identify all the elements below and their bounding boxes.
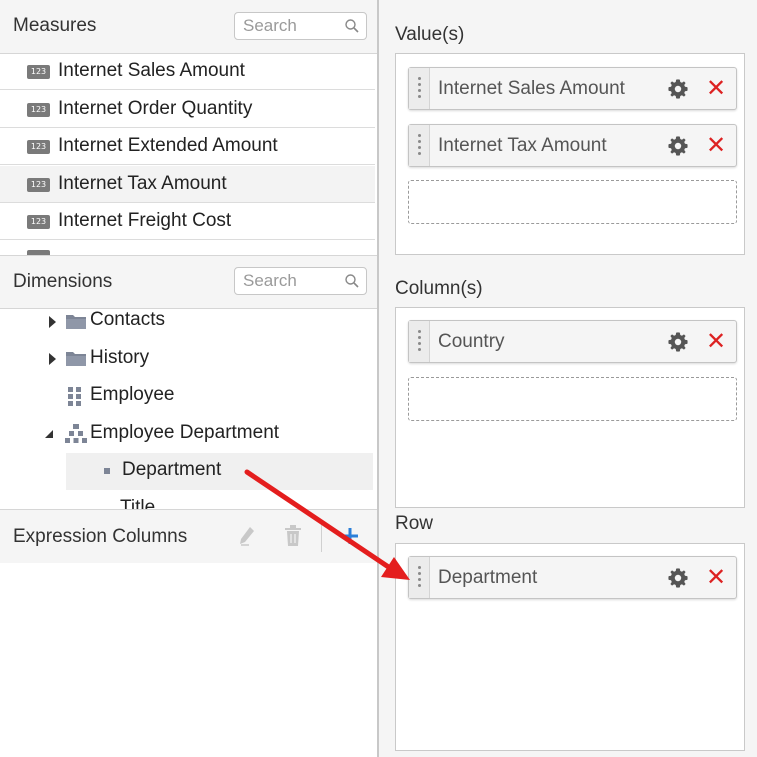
expression-columns-list bbox=[0, 563, 377, 757]
column-pill[interactable]: Country ✕ bbox=[408, 320, 737, 363]
values-label: Value(s) bbox=[395, 24, 465, 45]
remove-icon[interactable]: ✕ bbox=[706, 327, 726, 355]
tree-item-label: Department bbox=[122, 459, 222, 480]
remove-icon[interactable]: ✕ bbox=[706, 131, 726, 159]
measure-label: Internet Order Quantity bbox=[58, 98, 253, 119]
tree-item-label: Employee Department bbox=[90, 422, 280, 443]
tree-item-label: Employee bbox=[90, 384, 175, 405]
hierarchy-icon bbox=[65, 424, 87, 443]
expression-columns-header: Expression Columns bbox=[0, 509, 377, 564]
columns-label: Column(s) bbox=[395, 278, 483, 299]
numeric-icon: 123 bbox=[27, 140, 50, 154]
pill-label: Internet Tax Amount bbox=[438, 135, 607, 156]
tree-item-employee-department[interactable]: Employee Department bbox=[0, 416, 375, 453]
values-dropzone[interactable]: Internet Sales Amount ✕ Internet Tax Amo… bbox=[395, 53, 745, 255]
drag-handle-icon[interactable] bbox=[409, 125, 430, 166]
measure-label: Internet Extended Amount bbox=[58, 135, 278, 156]
tree-item-label: Contacts bbox=[90, 309, 165, 330]
measures-search-input[interactable] bbox=[235, 13, 343, 39]
columns-drop-placeholder[interactable] bbox=[408, 377, 737, 421]
tree-item-contacts[interactable]: Contacts bbox=[0, 303, 375, 340]
axis-panel: Value(s) Internet Sales Amount ✕ Interne… bbox=[379, 0, 757, 757]
measure-label: Internet Freight Cost bbox=[58, 210, 232, 231]
measures-header: Measures bbox=[0, 0, 377, 54]
folder-icon bbox=[66, 315, 86, 329]
pill-label: Department bbox=[438, 567, 538, 588]
expand-caret-icon[interactable] bbox=[49, 353, 56, 365]
gear-icon[interactable] bbox=[667, 331, 689, 353]
measure-item[interactable]: 123 Internet Tax Amount bbox=[0, 166, 375, 203]
tree-item-department[interactable]: Department bbox=[66, 453, 373, 490]
tree-item-employee[interactable]: Employee bbox=[0, 378, 375, 415]
field-list-panel: Measures 123 Internet Sales Amount 123 I… bbox=[0, 0, 377, 757]
gear-icon[interactable] bbox=[667, 78, 689, 100]
gear-icon[interactable] bbox=[667, 567, 689, 589]
numeric-icon: 123 bbox=[27, 215, 50, 229]
search-icon bbox=[345, 19, 359, 33]
collapse-caret-icon[interactable] bbox=[44, 429, 54, 439]
tree-item-clipped: Title bbox=[120, 497, 156, 509]
tree-item-label: History bbox=[90, 347, 150, 368]
row-pill[interactable]: Department ✕ bbox=[408, 556, 737, 599]
dimensions-title: Dimensions bbox=[13, 271, 113, 292]
row-label: Row bbox=[395, 513, 434, 534]
folder-icon bbox=[66, 352, 86, 366]
dimensions-search[interactable] bbox=[234, 267, 367, 295]
numeric-icon: 123 bbox=[27, 65, 50, 79]
row-dropzone[interactable]: Department ✕ bbox=[395, 543, 745, 751]
columns-dropzone[interactable]: Country ✕ bbox=[395, 307, 745, 508]
toolbar-divider bbox=[321, 522, 322, 552]
remove-icon[interactable]: ✕ bbox=[706, 74, 726, 102]
expression-columns-title: Expression Columns bbox=[13, 526, 188, 547]
numeric-icon: 123 bbox=[27, 178, 50, 192]
level-icon bbox=[104, 468, 110, 474]
pill-label: Country bbox=[438, 331, 505, 352]
numeric-icon: 123 bbox=[27, 103, 50, 117]
grid-icon bbox=[68, 387, 81, 406]
measure-item[interactable]: 123 Internet Freight Cost bbox=[0, 203, 375, 240]
measure-item[interactable]: 123 Internet Sales Amount bbox=[0, 53, 375, 90]
delete-icon[interactable] bbox=[284, 525, 302, 547]
measure-item[interactable]: 123 Internet Order Quantity bbox=[0, 91, 375, 128]
measures-search[interactable] bbox=[234, 12, 367, 40]
edit-icon[interactable] bbox=[238, 525, 256, 547]
tree-item-history[interactable]: History bbox=[0, 341, 375, 378]
value-pill[interactable]: Internet Sales Amount ✕ bbox=[408, 67, 737, 110]
value-pill[interactable]: Internet Tax Amount ✕ bbox=[408, 124, 737, 167]
drag-handle-icon[interactable] bbox=[409, 557, 430, 598]
values-drop-placeholder[interactable] bbox=[408, 180, 737, 224]
drag-handle-icon[interactable] bbox=[409, 321, 430, 362]
remove-icon[interactable]: ✕ bbox=[706, 563, 726, 591]
measure-label: Internet Sales Amount bbox=[58, 60, 245, 81]
drag-handle-icon[interactable] bbox=[409, 68, 430, 109]
dimensions-search-input[interactable] bbox=[235, 268, 343, 294]
pill-label: Internet Sales Amount bbox=[438, 78, 625, 99]
add-icon[interactable] bbox=[342, 527, 358, 545]
dimensions-header: Dimensions bbox=[0, 255, 377, 309]
measures-title: Measures bbox=[13, 15, 97, 36]
gear-icon[interactable] bbox=[667, 135, 689, 157]
measure-label: Internet Tax Amount bbox=[58, 173, 227, 194]
expand-caret-icon[interactable] bbox=[49, 316, 56, 328]
search-icon bbox=[345, 274, 359, 288]
measure-item[interactable]: 123 Internet Extended Amount bbox=[0, 128, 375, 165]
